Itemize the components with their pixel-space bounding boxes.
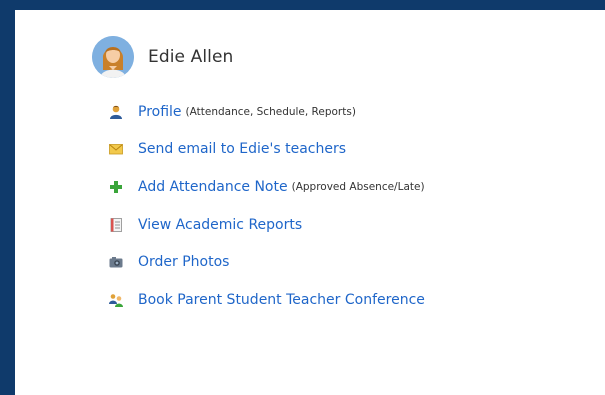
add-attendance-note-link[interactable]: Add Attendance Note xyxy=(138,179,288,195)
email-icon xyxy=(108,141,124,157)
profile-link[interactable]: Profile xyxy=(138,104,182,120)
email-teachers-link[interactable]: Send email to Edie's teachers xyxy=(138,141,346,157)
avatar-icon xyxy=(92,36,134,78)
student-avatar xyxy=(92,36,134,78)
report-icon xyxy=(108,217,124,233)
attendance-note-hint: (Approved Absence/Late) xyxy=(291,180,425,193)
profile-link-note: (Attendance, Schedule, Reports) xyxy=(185,105,356,118)
student-header: Edie Allen xyxy=(92,36,233,78)
link-add-attendance-note: Add Attendance Note (Approved Absence/La… xyxy=(108,168,425,206)
book-conference-link[interactable]: Book Parent Student Teacher Conference xyxy=(138,292,425,308)
student-actions-list: Profile (Attendance, Schedule, Reports) … xyxy=(108,93,425,319)
camera-icon xyxy=(108,254,124,270)
student-panel: Edie Allen Profile (Attendance, Schedule… xyxy=(15,10,605,395)
link-book-conference: Book Parent Student Teacher Conference xyxy=(108,281,425,319)
conference-icon xyxy=(108,292,124,308)
add-icon xyxy=(108,179,124,195)
link-profile: Profile (Attendance, Schedule, Reports) xyxy=(108,93,425,131)
link-academic-reports: View Academic Reports xyxy=(108,206,425,244)
academic-reports-link[interactable]: View Academic Reports xyxy=(138,217,302,233)
profile-icon xyxy=(108,104,124,120)
link-order-photos: Order Photos xyxy=(108,243,425,281)
student-name: Edie Allen xyxy=(148,47,234,67)
order-photos-link[interactable]: Order Photos xyxy=(138,254,229,270)
link-email-teachers: Send email to Edie's teachers xyxy=(108,131,425,169)
